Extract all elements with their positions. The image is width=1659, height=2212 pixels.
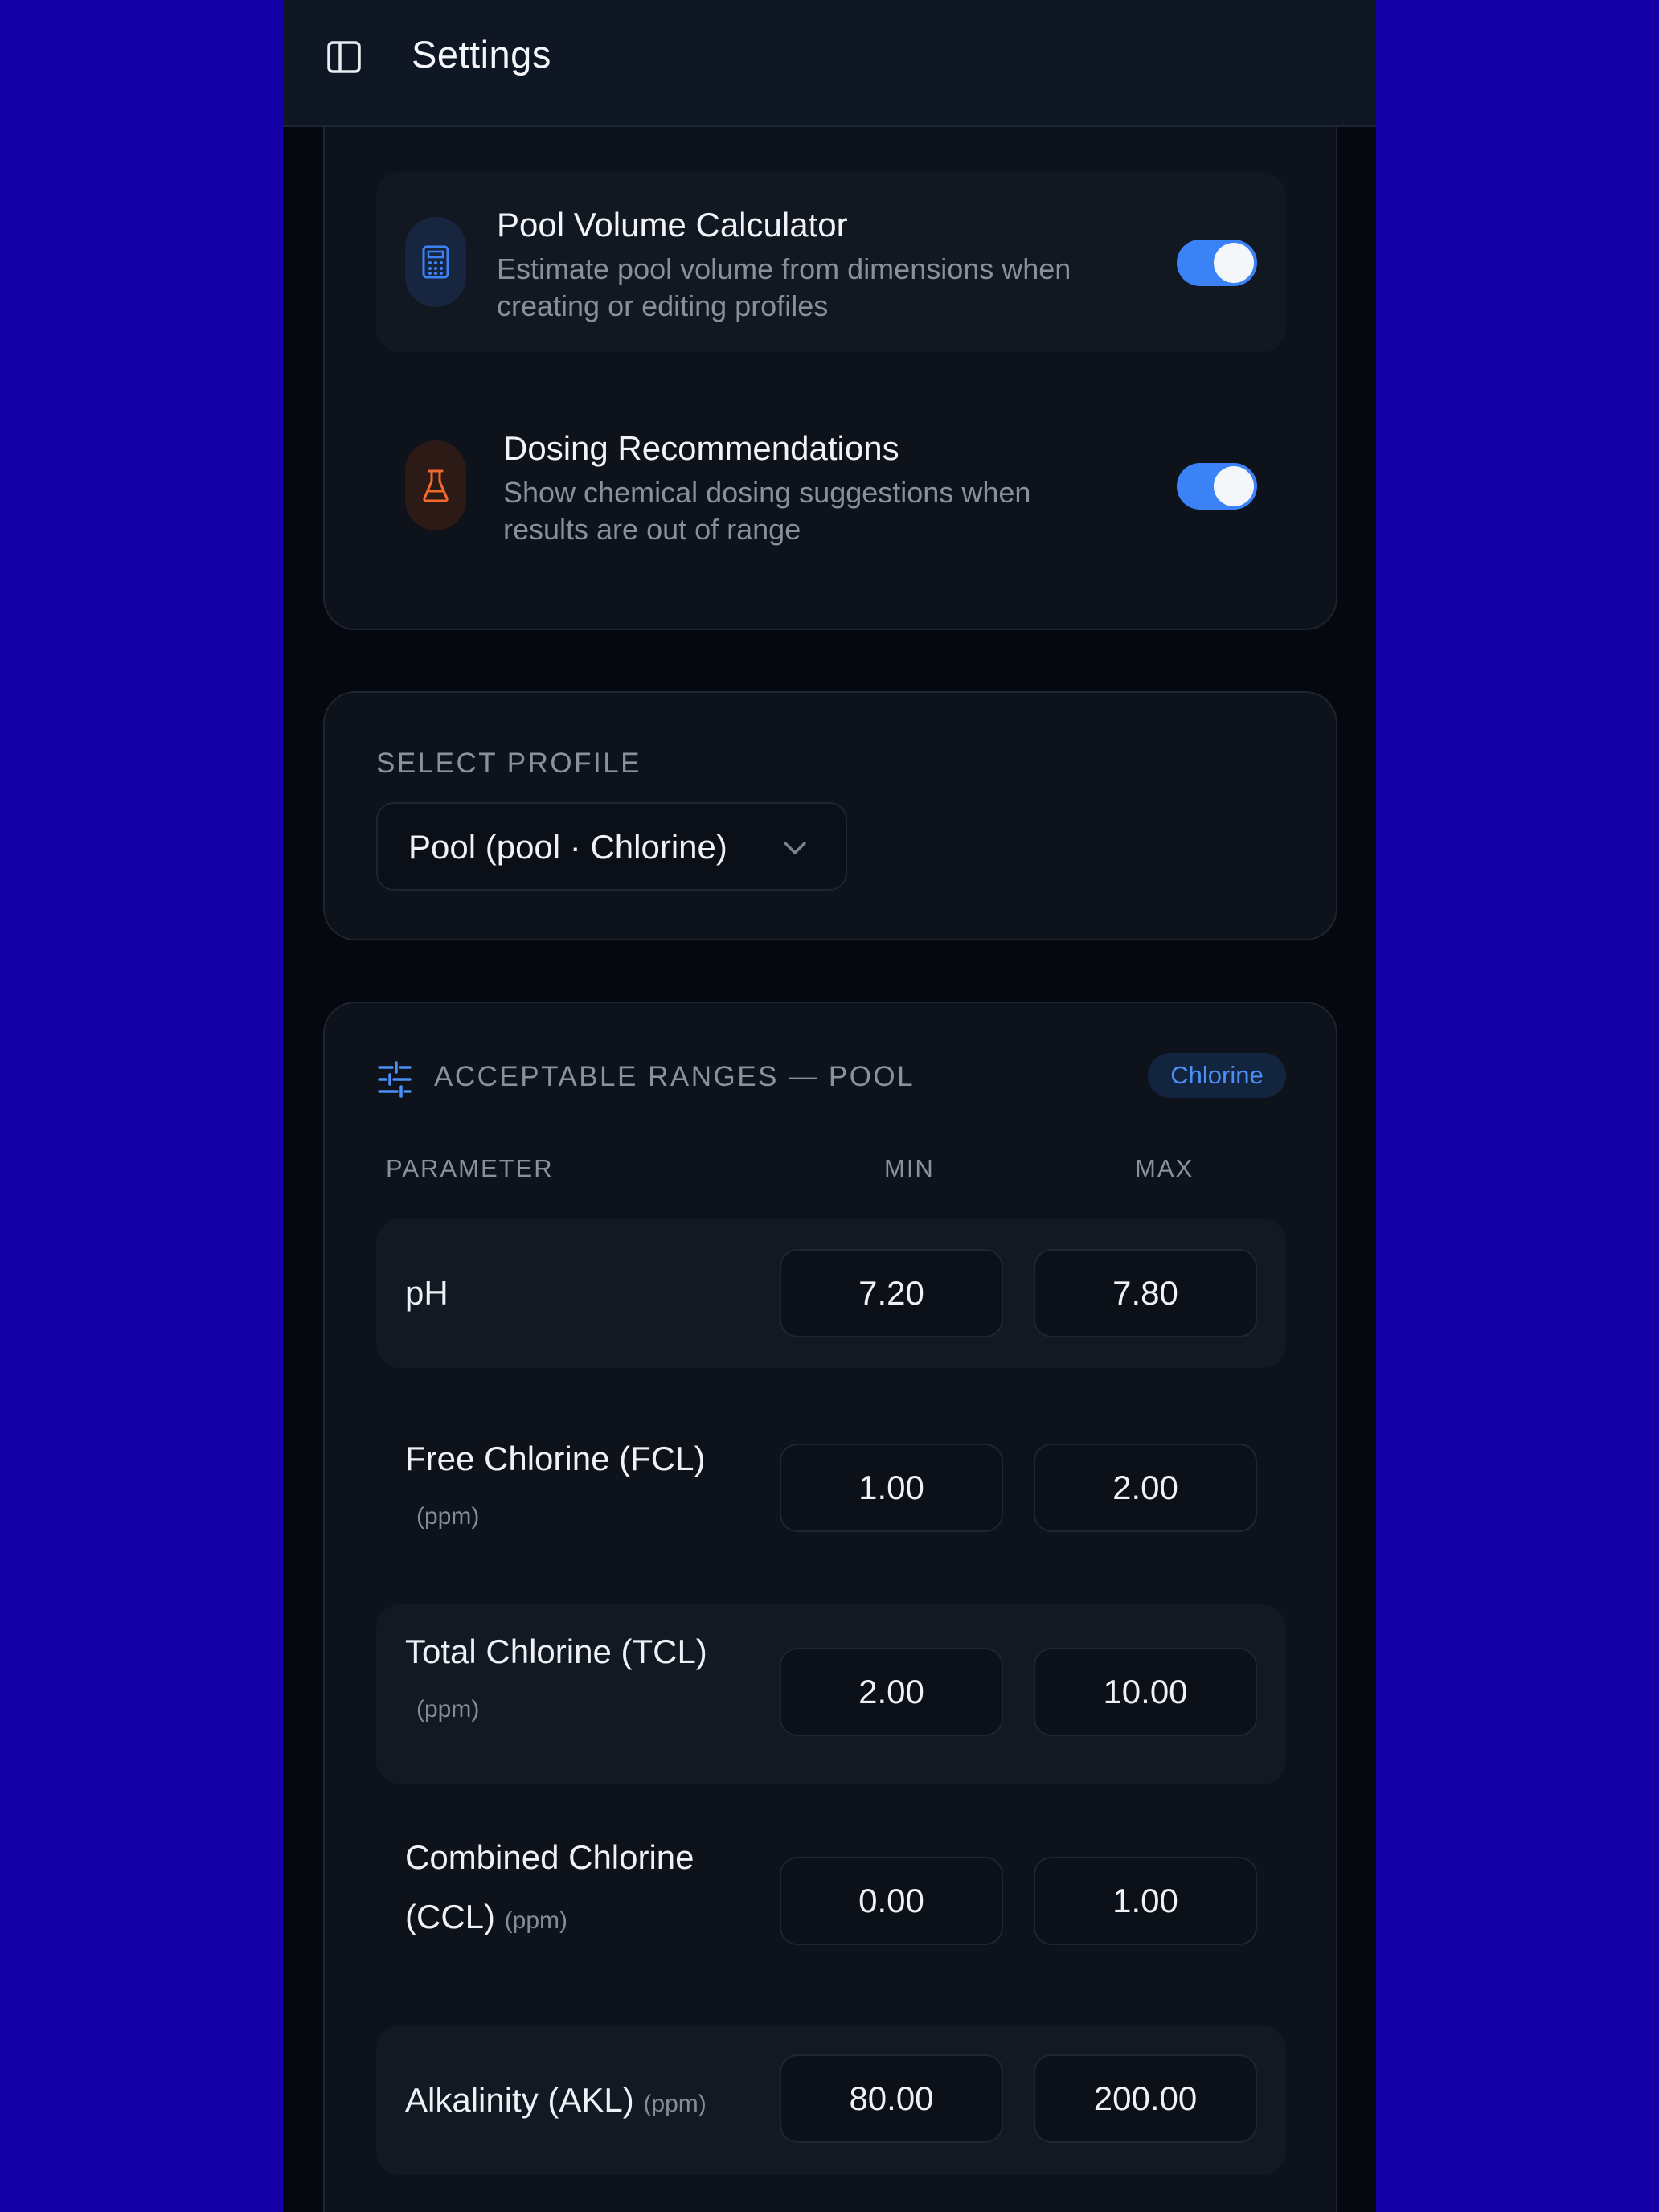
parameter-name-part: Alkalinity (AKL) xyxy=(405,2081,634,2119)
feature-description-line: results are out of range xyxy=(503,513,801,546)
feature-description: Show chemical dosing suggestions when re… xyxy=(503,474,1030,548)
range-row-free-chlorine: Free Chlorine (FCL) (ppm) 1.00 2.00 xyxy=(376,1411,1286,1591)
toggle-knob xyxy=(1214,466,1254,506)
feature-title: Pool Volume Calculator xyxy=(497,206,848,244)
profile-select-value: Pool (pool · Chlorine) xyxy=(408,828,727,866)
feature-description-line: Estimate pool volume from dimensions whe… xyxy=(497,252,1071,285)
parameter-name: Total Chlorine (TCL) xyxy=(405,1632,707,1670)
ranges-title: ACCEPTABLE RANGES — POOL xyxy=(434,1061,916,1092)
parameter-unit: (ppm) xyxy=(416,1503,480,1530)
max-input[interactable]: 10.00 xyxy=(1034,1648,1257,1736)
parameter-name: pH xyxy=(405,1274,449,1312)
range-row-total-chlorine: Total Chlorine (TCL) (ppm) 2.00 10.00 xyxy=(376,1604,1286,1784)
feature-description-line: creating or editing profiles xyxy=(497,289,829,322)
min-input[interactable]: 7.20 xyxy=(780,1249,1003,1337)
min-input[interactable]: 80.00 xyxy=(780,2054,1003,2143)
feature-pool-volume-calculator: Pool Volume Calculator Estimate pool vol… xyxy=(376,172,1286,352)
calculator-icon xyxy=(405,217,466,307)
sliders-icon xyxy=(376,1061,413,1098)
profile-card: SELECT PROFILE Pool (pool · Chlorine) xyxy=(323,691,1337,940)
parameter-name-line: (CCL) (ppm) xyxy=(405,1887,759,1951)
max-input[interactable]: 1.00 xyxy=(1034,1857,1257,1945)
parameter-name: Free Chlorine (FCL) xyxy=(405,1440,706,1477)
column-header-min: MIN xyxy=(884,1154,935,1182)
feature-title: Dosing Recommendations xyxy=(503,429,899,467)
parameter-unit: (ppm) xyxy=(504,1907,568,1934)
min-input[interactable]: 1.00 xyxy=(780,1444,1003,1532)
max-input[interactable]: 7.80 xyxy=(1034,1249,1257,1337)
feature-dosing-recommendations: Dosing Recommendations Show chemical dos… xyxy=(376,395,1286,576)
sidebar-panel-icon[interactable] xyxy=(326,39,362,75)
flask-icon xyxy=(405,440,466,530)
parameter-name: Combined Chlorine (CCL) (ppm) xyxy=(405,1828,759,1951)
min-input[interactable]: 0.00 xyxy=(780,1857,1003,1945)
range-row-alkalinity: Alkalinity (AKL) (ppm) 80.00 200.00 xyxy=(376,2026,1286,2175)
range-row-combined-chlorine: Combined Chlorine (CCL) (ppm) 0.00 1.00 xyxy=(376,1799,1286,1979)
select-profile-label: SELECT PROFILE xyxy=(376,748,642,779)
parameter-unit: (ppm) xyxy=(643,2091,707,2117)
profile-select[interactable]: Pool (pool · Chlorine) xyxy=(376,802,847,891)
parameter-unit: (ppm) xyxy=(416,1696,480,1722)
chevron-down-icon xyxy=(781,836,809,860)
range-row-ph: pH 7.20 7.80 xyxy=(376,1219,1286,1368)
sanitizer-badge: Chlorine xyxy=(1148,1053,1286,1098)
min-input[interactable]: 2.00 xyxy=(780,1648,1003,1736)
app-bar: Settings xyxy=(283,0,1376,127)
parameter-name-line: Combined Chlorine xyxy=(405,1838,694,1876)
parameter-name-part: (CCL) xyxy=(405,1898,495,1936)
toggle-knob xyxy=(1214,243,1254,283)
dosing-recommendations-toggle[interactable] xyxy=(1177,463,1257,510)
pool-volume-calculator-toggle[interactable] xyxy=(1177,240,1257,286)
column-header-max: MAX xyxy=(1135,1154,1194,1182)
feature-description: Estimate pool volume from dimensions whe… xyxy=(497,251,1071,325)
app-screen: Settings Pool Volume Calculator Estimate… xyxy=(283,0,1376,2212)
page-title: Settings xyxy=(412,33,551,76)
column-header-parameter: PARAMETER xyxy=(386,1154,554,1182)
feature-description-line: Show chemical dosing suggestions when xyxy=(503,476,1031,509)
max-input[interactable]: 2.00 xyxy=(1034,1444,1257,1532)
max-input[interactable]: 200.00 xyxy=(1034,2054,1257,2143)
ranges-card: ACCEPTABLE RANGES — POOL Chlorine PARAME… xyxy=(323,1002,1337,2212)
parameter-name: Alkalinity (AKL) (ppm) xyxy=(405,2071,791,2134)
